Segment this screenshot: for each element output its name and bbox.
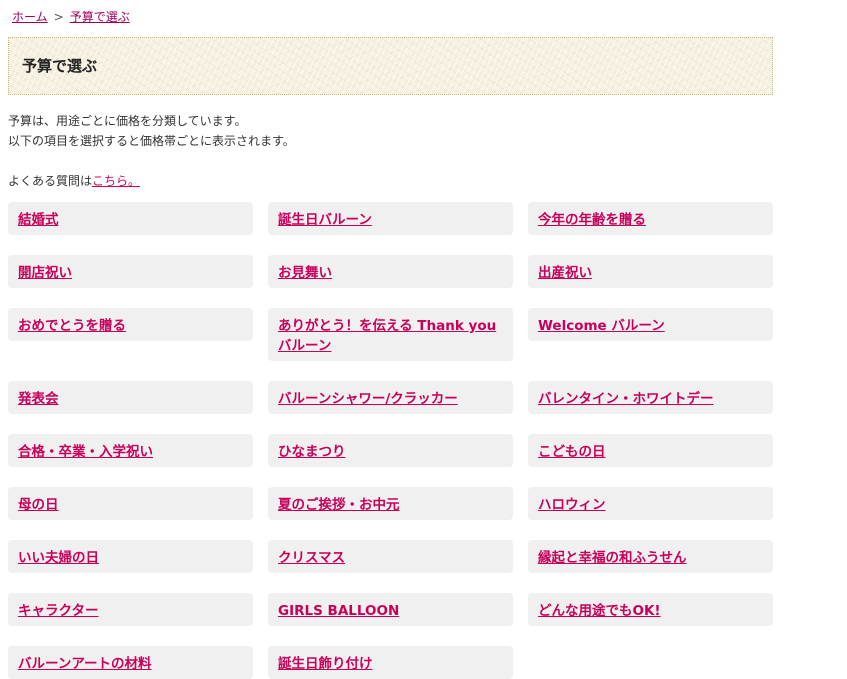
- category-link[interactable]: ハロウィン: [538, 497, 606, 513]
- category-item: 夏のご挨拶・お中元: [268, 487, 513, 520]
- category-item: クリスマス: [268, 540, 513, 573]
- category-item: ありがとう！を伝える Thank you バルーン: [268, 308, 513, 361]
- category-link[interactable]: バルーンアートの材料: [18, 656, 152, 672]
- category-link[interactable]: こどもの日: [538, 444, 606, 460]
- category-link[interactable]: 今年の年齢を贈る: [538, 212, 646, 228]
- intro-line-2: 以下の項目を選択すると価格帯ごとに表示されます。: [8, 134, 295, 148]
- category-item: どんな用途でもOK!: [528, 593, 773, 626]
- category-link[interactable]: おめでとうを贈る: [18, 318, 126, 334]
- category-item: こどもの日: [528, 434, 773, 467]
- category-item: バレンタイン・ホワイトデー: [528, 381, 773, 414]
- intro-text: 予算は、用途ごとに価格を分類しています。 以下の項目を選択すると価格帯ごとに表示…: [8, 111, 295, 151]
- category-item: バルーンアートの材料: [8, 646, 253, 679]
- faq-prefix: よくある質問は: [8, 174, 93, 188]
- category-item: ハロウィン: [528, 487, 773, 520]
- page-title: 予算で選ぶ: [22, 57, 98, 75]
- category-item: 合格・卒業・入学祝い: [8, 434, 253, 467]
- category-link[interactable]: 出産祝い: [538, 265, 592, 281]
- category-link[interactable]: 縁起と幸福の和ふうせん: [538, 550, 687, 566]
- category-link[interactable]: 合格・卒業・入学祝い: [18, 444, 153, 460]
- category-link[interactable]: 開店祝い: [18, 265, 72, 281]
- category-item: 開店祝い: [8, 255, 253, 288]
- category-item: 縁起と幸福の和ふうせん: [528, 540, 773, 573]
- category-item: キャラクター: [8, 593, 253, 626]
- category-link[interactable]: 誕生日バルーン: [278, 212, 372, 228]
- category-link[interactable]: Welcome バルーン: [538, 318, 665, 334]
- category-item: バルーンシャワー/クラッカー: [268, 381, 513, 414]
- category-link[interactable]: キャラクター: [18, 603, 98, 619]
- category-link[interactable]: ひなまつり: [278, 444, 346, 460]
- category-link[interactable]: クリスマス: [278, 550, 345, 566]
- category-link[interactable]: GIRLS BALLOON: [278, 603, 399, 619]
- category-link[interactable]: 結婚式: [18, 212, 59, 228]
- faq-notice: よくある質問はこちら。: [8, 172, 140, 190]
- category-item: Welcome バルーン: [528, 308, 773, 341]
- category-grid: 結婚式 誕生日バルーン 今年の年齢を贈る開店祝い お見舞い 出産祝いおめでとうを贈る あり…: [8, 202, 773, 679]
- category-item: 結婚式: [8, 202, 253, 235]
- category-item: おめでとうを贈る: [8, 308, 253, 341]
- breadcrumb-separator: >: [53, 10, 64, 24]
- category-item: 誕生日飾り付け: [268, 646, 513, 679]
- category-item: 発表会: [8, 381, 253, 414]
- category-item: ひなまつり: [268, 434, 513, 467]
- category-link[interactable]: 誕生日飾り付け: [278, 656, 373, 672]
- category-item: GIRLS BALLOON: [268, 593, 513, 626]
- faq-link[interactable]: こちら。: [92, 174, 140, 188]
- category-item: 今年の年齢を贈る: [528, 202, 773, 235]
- category-link[interactable]: お見舞い: [278, 265, 332, 281]
- category-link[interactable]: バレンタイン・ホワイトデー: [538, 391, 714, 407]
- category-link[interactable]: 発表会: [18, 391, 59, 407]
- category-item: いい夫婦の日: [8, 540, 253, 573]
- category-item: 誕生日バルーン: [268, 202, 513, 235]
- category-link[interactable]: 母の日: [18, 497, 59, 513]
- category-link[interactable]: ありがとう！を伝える Thank you バルーン: [278, 318, 496, 354]
- breadcrumb: ホーム > 予算で選ぶ: [12, 9, 130, 25]
- category-item: 母の日: [8, 487, 253, 520]
- category-link[interactable]: バルーンシャワー/クラッカー: [278, 391, 458, 407]
- intro-line-1: 予算は、用途ごとに価格を分類しています。: [8, 114, 247, 128]
- category-link[interactable]: いい夫婦の日: [18, 550, 99, 566]
- breadcrumb-current-link[interactable]: 予算で選ぶ: [70, 10, 130, 24]
- page-title-banner: 予算で選ぶ: [8, 37, 773, 95]
- category-link[interactable]: どんな用途でもOK!: [538, 603, 661, 619]
- category-item: 出産祝い: [528, 255, 773, 288]
- category-item: お見舞い: [268, 255, 513, 288]
- category-link[interactable]: 夏のご挨拶・お中元: [278, 497, 400, 513]
- breadcrumb-home-link[interactable]: ホーム: [12, 10, 48, 24]
